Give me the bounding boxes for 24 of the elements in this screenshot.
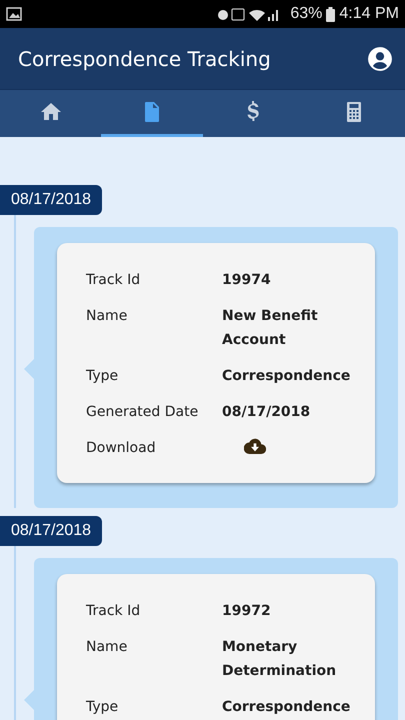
clock-time: 4:14 PM	[339, 5, 399, 23]
field-value: 19974	[222, 271, 271, 290]
field-label: Type	[86, 367, 120, 386]
battery-percent: 63%	[290, 5, 322, 23]
field-label: Track Id	[86, 602, 142, 621]
field-value: 19972	[222, 602, 271, 621]
field-label: Track Id	[86, 271, 142, 290]
field-label: Download	[86, 439, 157, 458]
field-value: Monetary Determination	[222, 638, 338, 681]
date-badge: 08/17/2018	[0, 185, 102, 215]
field-value: New Benefit Account	[222, 307, 319, 350]
account-icon[interactable]	[367, 46, 393, 72]
field-label: Name	[86, 307, 128, 326]
field-value: Correspondence	[222, 698, 350, 717]
field-value: Correspondence	[222, 367, 350, 386]
battery-icon	[326, 6, 336, 22]
field-label: Name	[86, 638, 128, 657]
image-icon	[6, 7, 22, 21]
app-title: Correspondence Tracking	[18, 46, 271, 70]
cloud-download-icon[interactable]	[244, 438, 266, 454]
field-label: Type	[86, 698, 120, 717]
field-label: Generated Date	[86, 403, 200, 422]
field-value: 08/17/2018	[222, 403, 310, 422]
date-badge: 08/17/2018	[0, 516, 102, 546]
